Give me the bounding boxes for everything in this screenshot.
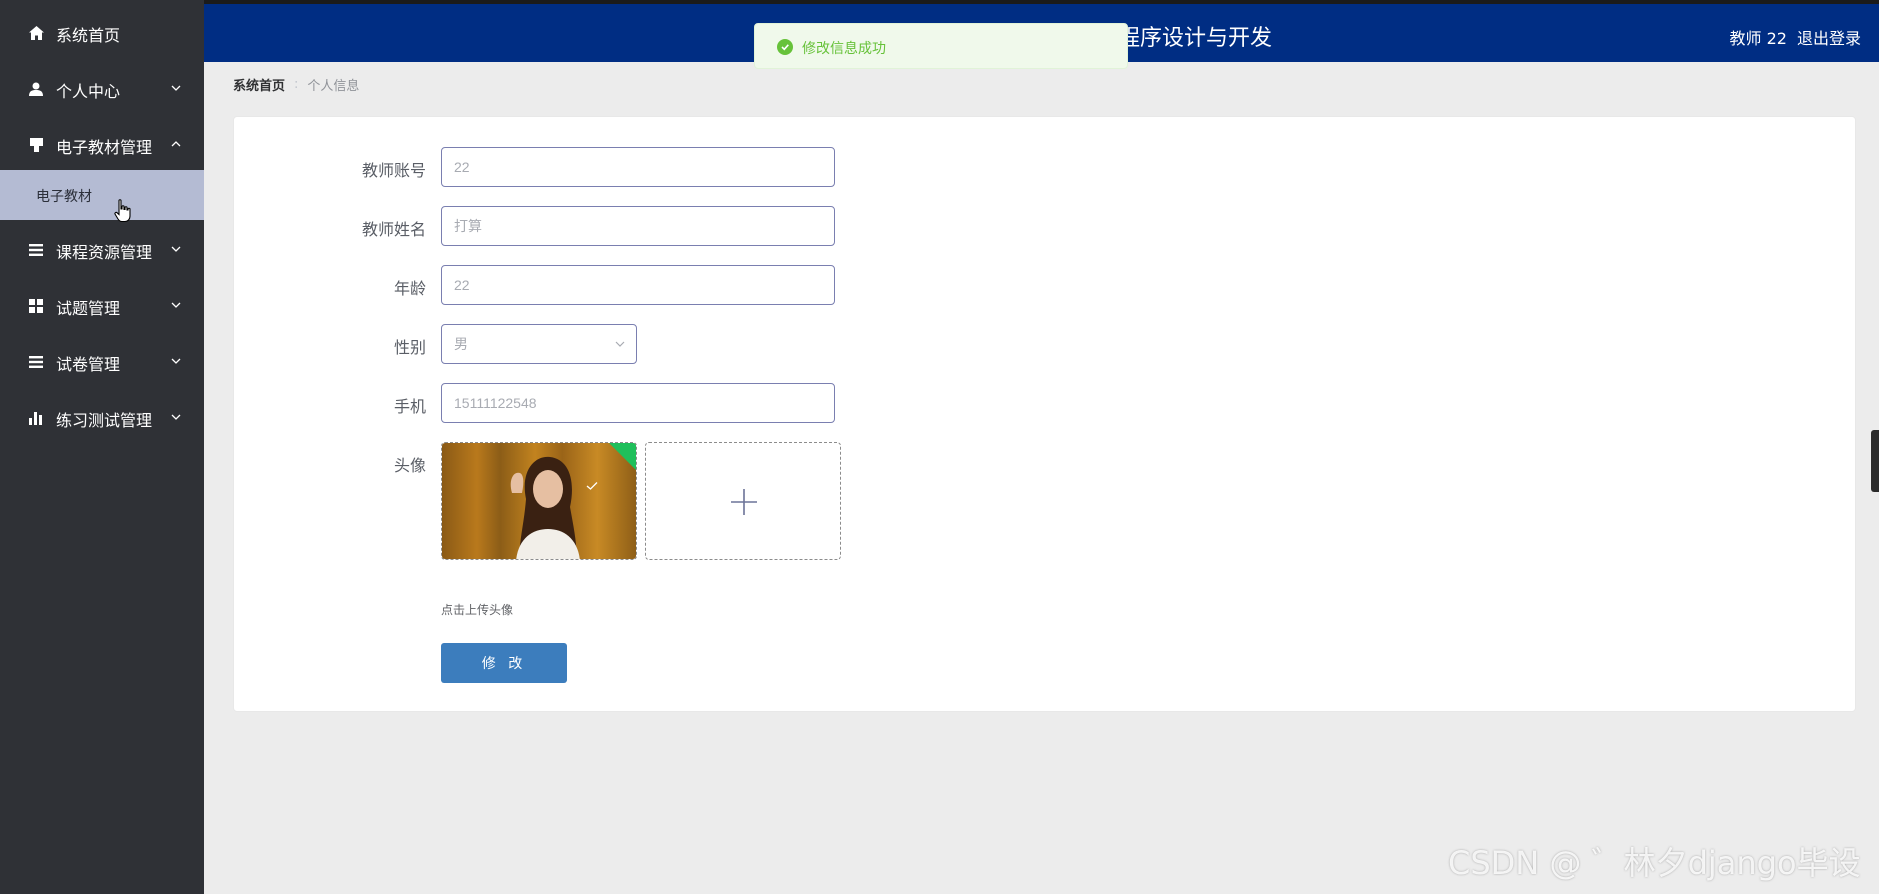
success-check-icon: [777, 39, 793, 55]
phone-label: 手机: [393, 397, 426, 416]
phone-input[interactable]: 15111122548: [441, 383, 835, 423]
gender-selected-value: 男: [454, 336, 468, 352]
sidebar-item-paper-management[interactable]: 试卷管理: [0, 333, 204, 389]
toast-message: 修改信息成功: [802, 41, 886, 57]
list-icon: [28, 242, 44, 258]
sidebar-item-label: 试卷管理: [56, 355, 121, 374]
avatar-label: 头像: [393, 456, 426, 475]
chevron-down-icon: [171, 414, 181, 420]
breadcrumb: 系统首页 : 个人信息: [233, 75, 359, 94]
sidebar-item-label: 系统首页: [56, 26, 121, 45]
upload-tip: 点击上传头像: [441, 603, 514, 617]
watermark: CSDN @ ゛林夕django毕设: [1448, 844, 1861, 882]
breadcrumb-home[interactable]: 系统首页: [233, 75, 285, 94]
chevron-down-icon: [171, 302, 181, 308]
check-icon: [586, 482, 598, 490]
user-icon: [28, 81, 44, 97]
submit-button[interactable]: 修 改: [441, 643, 567, 683]
name-input[interactable]: 打算: [441, 206, 835, 246]
chevron-down-icon: [171, 358, 181, 364]
plus-icon: [731, 489, 757, 515]
sidebar: 系统首页 个人中心 电子教材管理 电子教材 课程资源管理 试题管理 试卷管理 练…: [0, 0, 204, 894]
name-label: 教师姓名: [361, 220, 426, 239]
header-user-area: 教师 22 退出登录: [1730, 25, 1861, 49]
home-icon: [28, 25, 44, 41]
breadcrumb-current: 个人信息: [307, 79, 360, 94]
avatar-upload-button[interactable]: [645, 442, 841, 560]
chevron-down-icon: [615, 341, 625, 347]
sidebar-item-textbook-management[interactable]: 电子教材管理: [0, 116, 204, 172]
account-input[interactable]: 22: [441, 147, 835, 187]
sidebar-item-question-management[interactable]: 试题管理: [0, 277, 204, 333]
gender-select[interactable]: 男: [441, 324, 637, 364]
breadcrumb-separator: :: [294, 77, 299, 92]
sidebar-item-label: 个人中心: [56, 82, 121, 101]
success-toast: 修改信息成功: [754, 23, 1128, 69]
avatar-thumbnail[interactable]: [441, 442, 637, 560]
current-user-label: 教师 22: [1729, 29, 1787, 48]
sidebar-item-label: 试题管理: [56, 299, 121, 318]
sidebar-subitem-label: 电子教材: [36, 189, 92, 205]
profile-form-card: 教师账号 22 教师姓名 打算 年龄 22 性别 男 手机 1511112254…: [233, 116, 1856, 712]
sidebar-item-home[interactable]: 系统首页: [0, 4, 204, 60]
page-scrollbar[interactable]: [1871, 430, 1879, 492]
hand-cursor-icon: [114, 199, 131, 223]
bar-chart-icon: [28, 410, 44, 426]
sidebar-item-course-resources[interactable]: 课程资源管理: [0, 221, 204, 277]
sidebar-item-label: 课程资源管理: [56, 243, 153, 262]
avatar-portrait: [510, 456, 580, 559]
sidebar-item-personal-center[interactable]: 个人中心: [0, 60, 204, 116]
sidebar-subitem-textbook[interactable]: 电子教材: [0, 170, 204, 220]
age-label: 年龄: [393, 279, 426, 298]
grid-icon: [28, 298, 44, 314]
sidebar-item-practice-test-management[interactable]: 练习测试管理: [0, 389, 204, 445]
book-icon: [28, 137, 44, 153]
list-icon: [28, 354, 44, 370]
gender-label: 性别: [393, 338, 426, 357]
chevron-down-icon: [171, 246, 181, 252]
logout-link[interactable]: 退出登录: [1797, 25, 1861, 49]
account-label: 教师账号: [361, 161, 426, 180]
sidebar-item-label: 练习测试管理: [56, 411, 153, 430]
chevron-down-icon: [171, 85, 181, 91]
app-title: 程序设计与开发: [1118, 26, 1273, 51]
sidebar-item-label: 电子教材管理: [56, 138, 153, 157]
chevron-up-icon: [171, 141, 181, 147]
age-input[interactable]: 22: [441, 265, 835, 305]
